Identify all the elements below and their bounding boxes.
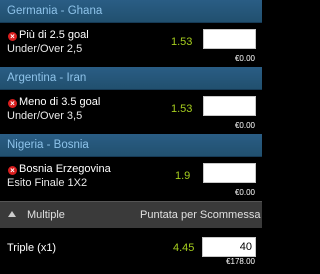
match-header: Germania - Ghana (0, 0, 262, 23)
match-header: Nigeria - Bosnia (0, 134, 262, 157)
market-label: Esito Finale 1X2 (7, 177, 88, 189)
payout-value: €0.00 (234, 188, 255, 197)
payout-value: €0.00 (234, 121, 255, 130)
multiple-header[interactable]: Multiple Puntata per Scommessa (0, 201, 262, 228)
odds-value: 1.53 (171, 103, 193, 115)
remove-icon[interactable]: × (8, 32, 17, 41)
bet-item: × Meno di 3.5 goal Under/Over 3,5 1.53 €… (0, 90, 262, 134)
stake-input[interactable] (203, 96, 256, 116)
stake-header-label: Puntata per Scommessa (140, 209, 261, 221)
remove-icon[interactable]: × (8, 99, 17, 108)
bet-item: × Bosnia Erzegovina Esito Finale 1X2 1.9… (0, 157, 262, 201)
odds-value: 1.9 (175, 170, 191, 182)
selection-label: Meno di 3.5 goal (19, 96, 101, 108)
selection-label: Più di 2.5 goal (19, 29, 89, 41)
multiple-label: Multiple (27, 209, 65, 221)
bet-slip: Germania - Ghana × Più di 2.5 goal Under… (0, 0, 262, 274)
chevron-up-icon[interactable] (8, 211, 16, 217)
market-label: Under/Over 3,5 (7, 110, 83, 122)
multiple-name: Triple (x1) (7, 242, 57, 254)
payout-value: €178.00 (226, 257, 255, 266)
selection-label: Bosnia Erzegovina (19, 163, 111, 175)
market-label: Under/Over 2,5 (7, 43, 83, 55)
odds-value: 1.53 (171, 36, 193, 48)
odds-value: 4.45 (173, 242, 195, 254)
stake-input[interactable] (203, 29, 256, 49)
payout-value: €0.00 (234, 54, 255, 63)
bet-item: × Più di 2.5 goal Under/Over 2,5 1.53 €0… (0, 23, 262, 67)
match-header: Argentina - Iran (0, 67, 262, 90)
remove-icon[interactable]: × (8, 166, 17, 175)
stake-input[interactable] (203, 163, 256, 183)
multiple-row: Triple (x1) 4.45 40 €178.00 (0, 228, 262, 266)
stake-input[interactable]: 40 (202, 237, 256, 257)
